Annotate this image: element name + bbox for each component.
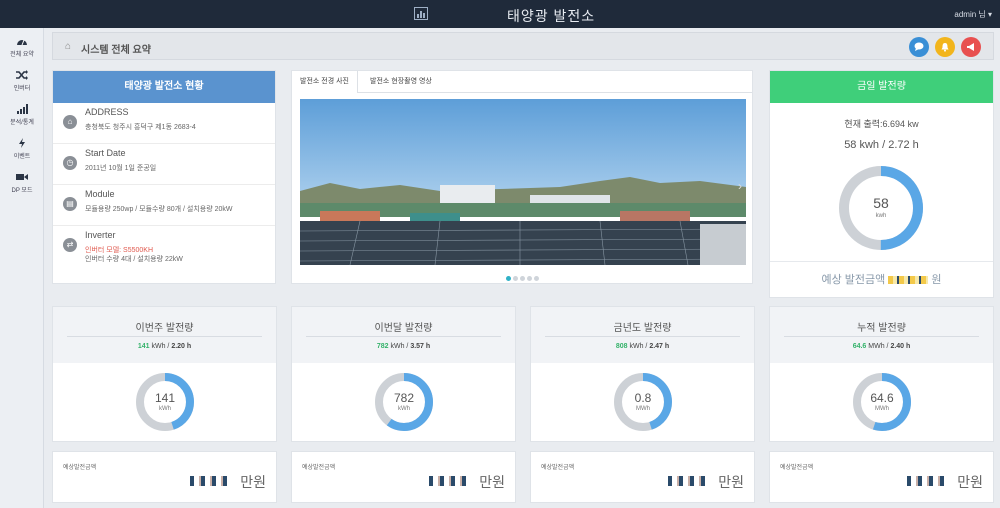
home-icon: ⌂ <box>63 115 77 129</box>
address-row: ⌂ ADDRESS 충청북도 청주시 흥덕구 제1동 2683-4 <box>53 103 275 144</box>
next-slide-arrow[interactable]: › <box>738 179 742 193</box>
home-icon[interactable]: ⌂ <box>65 41 71 52</box>
period-card: 이번달 발전량 782 kWh / 3.57 h 782 kWh <box>291 306 516 442</box>
app-title: 태양광 발전소 <box>507 8 596 24</box>
card-gauge-unit: MWh <box>875 406 889 412</box>
estimate-label: 예상발전금액 <box>63 465 97 471</box>
period-card: 금년도 발전량 808 kWh / 2.47 h 0.8 MWh <box>530 306 755 442</box>
today-gauge-unit: kwh <box>875 213 887 219</box>
chat-icon <box>914 42 924 51</box>
tab-photo[interactable]: 발전소 전경 사진 <box>292 71 358 93</box>
card-gauge-unit: kWh <box>159 406 171 412</box>
card-title: 이번달 발전량 <box>374 323 433 334</box>
estimate-value-obscured <box>907 476 947 486</box>
media-tabs: 발전소 전경 사진 발전소 현장촬영 영상 <box>292 71 752 93</box>
plant-info-title: 태양광 발전소 현황 <box>53 71 275 103</box>
inverter-row: ⇄ Inverter 인버터 모델: S5500KH 인버터 수량 4대 / 설… <box>53 226 275 284</box>
estimate-label: 예상발전금액 <box>302 465 336 471</box>
card-gauge-value: 64.6 <box>870 391 894 405</box>
card-summary: 64.6 MWh / 2.40 h <box>852 343 911 350</box>
announcement-button[interactable] <box>961 37 981 57</box>
estimate-unit: 만원 <box>240 474 266 490</box>
period-card: 이번주 발전량 141 kWh / 2.20 h 141 kWh <box>52 306 277 442</box>
tab-video[interactable]: 발전소 현장촬영 영상 <box>362 71 440 93</box>
megaphone-icon <box>967 43 974 51</box>
dashboard-icon <box>16 36 28 46</box>
plant-info-panel: 태양광 발전소 현황 ⌂ ADDRESS 충청북도 청주시 흥덕구 제1동 26… <box>52 70 276 284</box>
estimate-value-obscured <box>190 476 230 486</box>
card-gauge-value: 782 <box>393 391 415 405</box>
today-estimate: 예상 발전금액 원 <box>821 274 942 286</box>
estimate-label: 예상발전금액 <box>780 465 814 471</box>
bell-icon <box>941 43 949 52</box>
today-gauge-value: 58 <box>873 195 889 211</box>
estimate-card: 예상발전금액 만원 <box>52 451 277 503</box>
estimate-unit: 만원 <box>957 474 983 490</box>
card-summary: 141 kWh / 2.20 h <box>137 343 192 350</box>
video-icon <box>16 172 28 182</box>
sidebar-item-events[interactable]: 이벤트 <box>0 138 44 160</box>
bolt-icon <box>16 138 28 148</box>
estimate-value-obscured <box>888 276 929 285</box>
estimate-unit: 만원 <box>479 474 505 490</box>
card-header: 이번달 발전량 782 kWh / 3.57 h <box>292 307 515 363</box>
estimate-label: 예상발전금액 <box>541 465 575 471</box>
estimate-value-obscured <box>429 476 469 486</box>
card-header: 누적 발전량 64.6 MWh / 2.40 h <box>770 307 993 363</box>
media-panel: 발전소 전경 사진 발전소 현장촬영 영상 › <box>291 70 753 284</box>
card-summary: 782 kWh / 3.57 h <box>376 343 431 350</box>
slide-dot[interactable] <box>533 276 539 281</box>
estimate-value-obscured <box>668 476 708 486</box>
card-summary: 808 kWh / 2.47 h <box>615 343 670 350</box>
slide-indicators <box>292 268 752 286</box>
module-icon: ▤ <box>63 197 77 211</box>
user-menu[interactable]: admin 님 ▾ <box>954 9 992 20</box>
card-gauge-unit: MWh <box>636 406 650 412</box>
estimate-card: 예상발전금액 만원 <box>769 451 994 503</box>
estimate-card: 예상발전금액 만원 <box>530 451 755 503</box>
card-header: 금년도 발전량 808 kWh / 2.47 h <box>531 307 754 363</box>
today-summary: 58 kwh / 2.72 h <box>844 139 919 151</box>
card-gauge-value: 0.8 <box>634 391 652 405</box>
current-output: 현재 출력:6.694 kw <box>844 119 919 129</box>
card-title: 누적 발전량 <box>857 323 906 334</box>
slide-dot[interactable] <box>512 276 518 281</box>
estimate-card: 예상발전금액 만원 <box>291 451 516 503</box>
page-title: 시스템 전체 요약 <box>81 45 151 56</box>
plant-photo <box>300 99 746 265</box>
card-header: 이번주 발전량 141 kWh / 2.20 h <box>53 307 276 363</box>
notification-button[interactable] <box>935 37 955 57</box>
card-gauge-unit: kWh <box>398 406 410 412</box>
sidebar-item-inverter[interactable]: 인버터 <box>0 70 44 92</box>
today-panel: 금일 발전량 현재 출력:6.694 kw 58 kwh / 2.72 h 58… <box>769 70 994 298</box>
sidebar-item-summary[interactable]: 전체 요약 <box>0 36 44 58</box>
today-title: 금일 발전량 <box>770 71 993 103</box>
sidebar: 전체 요약 인버터 분석/통계 이벤트 DP 모드 <box>0 28 44 508</box>
slide-dot[interactable] <box>519 276 525 281</box>
sidebar-item-dp-mode[interactable]: DP 모드 <box>0 172 44 194</box>
card-title: 금년도 발전량 <box>613 323 672 334</box>
estimate-unit: 만원 <box>718 474 744 490</box>
shuffle-icon: ⇄ <box>63 238 77 252</box>
slide-dot[interactable] <box>526 276 532 281</box>
card-gauge-value: 141 <box>154 391 176 405</box>
module-row: ▤ Module 모듈용량 250wp / 모듈수량 80개 / 설치용량 20… <box>53 185 275 226</box>
period-card: 누적 발전량 64.6 MWh / 2.40 h 64.6 MWh <box>769 306 994 442</box>
bar-chart-icon <box>16 104 28 114</box>
sidebar-item-stats[interactable]: 분석/통계 <box>0 104 44 126</box>
chat-button[interactable] <box>909 37 929 57</box>
slide-dot[interactable] <box>505 276 511 281</box>
clock-icon: ◷ <box>63 156 77 170</box>
top-bar: 태양광 발전소 admin 님 ▾ <box>0 0 1000 28</box>
page-header: ⌂ 시스템 전체 요약 <box>52 32 994 60</box>
logo-icon <box>414 7 428 20</box>
card-title: 이번주 발전량 <box>135 323 194 334</box>
shuffle-icon <box>16 70 28 80</box>
start-date-row: ◷ Start Date 2011년 10월 1일 준공일 <box>53 144 275 185</box>
